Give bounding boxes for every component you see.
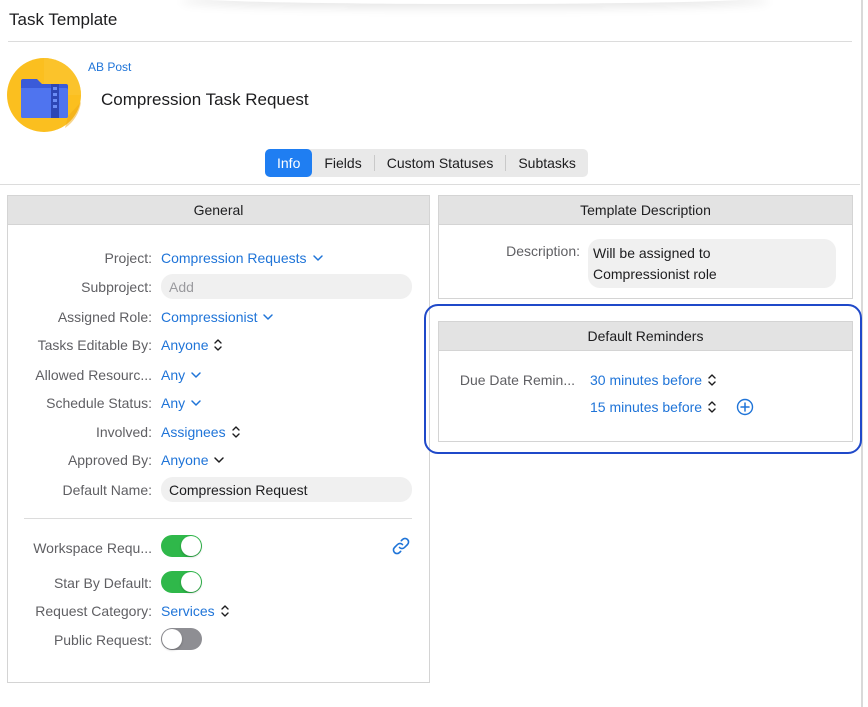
involved-selector[interactable]: Assignees <box>161 420 241 444</box>
up-down-arrows-icon <box>220 605 229 617</box>
workspace-request-label: Workspace Requ... <box>33 540 152 556</box>
involved-label: Involved: <box>95 424 152 440</box>
tasks-editable-by-value: Anyone <box>161 337 209 353</box>
chevron-down-icon <box>191 400 201 406</box>
assigned-role-label: Assigned Role: <box>57 309 152 325</box>
tab-subtasks[interactable]: Subtasks <box>506 149 588 177</box>
template-description-panel: Template Description Description: Will b… <box>438 195 853 299</box>
toolbar-shadow <box>180 0 770 4</box>
workspace-request-toggle[interactable] <box>161 535 202 557</box>
subproject-label: Subproject: <box>81 279 152 295</box>
project-selector[interactable]: Compression Requests <box>161 246 324 270</box>
description-line-1: Will be assigned to <box>593 245 711 261</box>
involved-value: Assignees <box>161 424 226 440</box>
allowed-resources-label: Allowed Resourc... <box>35 367 152 383</box>
up-down-arrows-icon <box>231 426 240 438</box>
description-label: Description: <box>506 243 580 259</box>
tab-bar: Info Fields Custom Statuses Subtasks <box>265 149 588 177</box>
section-divider <box>24 518 412 519</box>
chevron-down-icon <box>191 372 201 378</box>
folder-zip-app-icon <box>7 58 81 132</box>
public-request-toggle[interactable] <box>161 628 202 650</box>
schedule-status-value: Any <box>161 395 186 411</box>
project-label: Project: <box>104 250 152 266</box>
approved-by-selector[interactable]: Anyone <box>161 448 225 472</box>
organization-label[interactable]: AB Post <box>88 60 131 74</box>
header-divider <box>0 184 860 185</box>
schedule-status-label: Schedule Status: <box>46 395 152 411</box>
template-name[interactable]: Compression Task Request <box>101 90 309 110</box>
task-template-window: Task Template AB Post Compression Task R… <box>0 0 868 707</box>
public-request-label: Public Request: <box>53 632 152 648</box>
allowed-resources-value: Any <box>161 367 186 383</box>
reminders-focus-ring <box>424 304 862 454</box>
approved-by-value: Anyone <box>161 452 209 468</box>
request-category-value: Services <box>161 603 215 619</box>
tasks-editable-by-label: Tasks Editable By: <box>37 337 152 353</box>
approved-by-label: Approved By: <box>67 452 152 468</box>
assigned-role-value: Compressionist <box>161 309 258 325</box>
assigned-role-selector[interactable]: Compressionist <box>161 305 274 329</box>
schedule-status-selector[interactable]: Any <box>161 391 202 415</box>
toggle-knob <box>162 629 182 649</box>
description-line-2: Compressionist role <box>593 266 717 282</box>
request-category-selector[interactable]: Services <box>161 599 230 623</box>
tab-fields[interactable]: Fields <box>312 149 373 177</box>
chevron-down-icon <box>214 457 225 463</box>
chevron-down-icon <box>312 255 323 261</box>
description-field[interactable]: Will be assigned to Compressionist role <box>588 239 836 288</box>
chevron-down-icon <box>263 314 274 320</box>
default-name-input[interactable]: Compression Request <box>161 477 412 502</box>
project-value: Compression Requests <box>161 250 307 266</box>
star-by-default-label: Star By Default: <box>53 575 152 591</box>
window-title: Task Template <box>9 10 118 29</box>
title-divider <box>8 41 852 42</box>
up-down-arrows-icon <box>214 339 223 351</box>
tab-info[interactable]: Info <box>265 149 313 177</box>
toggle-knob <box>181 572 201 592</box>
link-icon[interactable] <box>390 535 412 557</box>
subproject-input[interactable]: Add <box>161 274 412 299</box>
star-by-default-toggle[interactable] <box>161 571 202 593</box>
template-description-title: Template Description <box>439 196 852 225</box>
toggle-knob <box>181 536 201 556</box>
tasks-editable-by-selector[interactable]: Anyone <box>161 333 223 357</box>
tab-custom-statuses[interactable]: Custom Statuses <box>375 149 506 177</box>
request-category-label: Request Category: <box>35 603 152 619</box>
allowed-resources-selector[interactable]: Any <box>161 363 202 387</box>
general-panel-title: General <box>8 196 429 225</box>
default-name-label: Default Name: <box>62 482 152 498</box>
